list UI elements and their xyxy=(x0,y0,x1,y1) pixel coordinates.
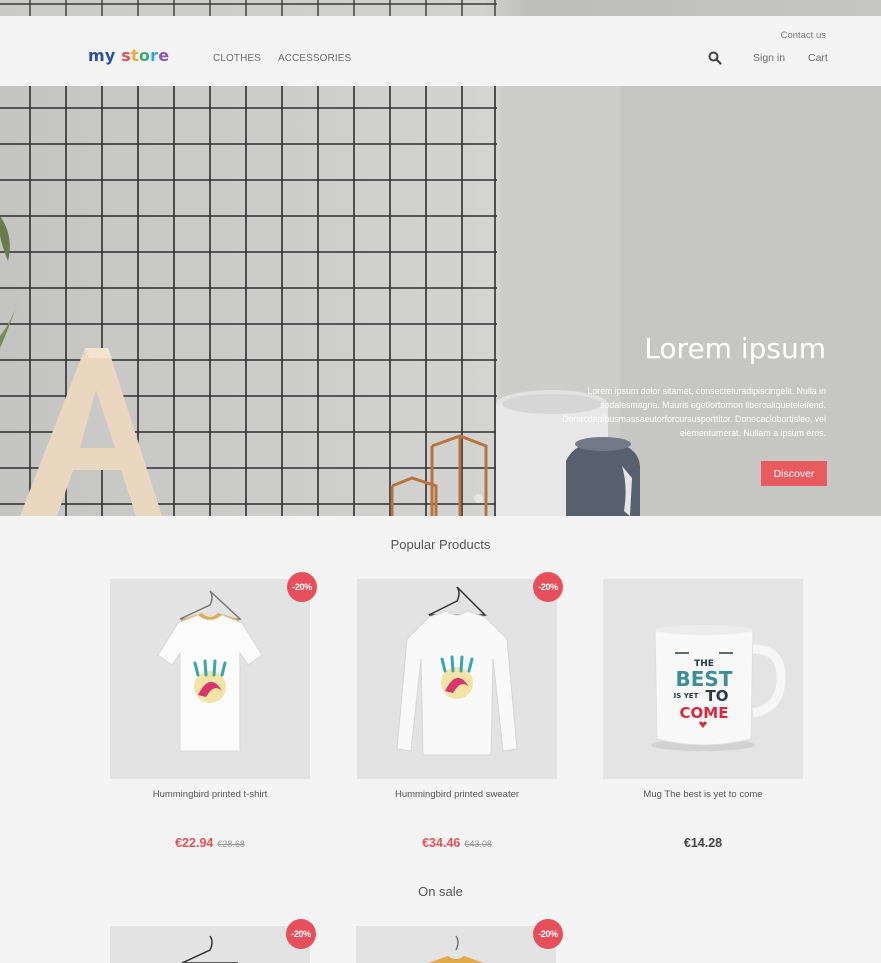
current-price: €34.46 xyxy=(422,836,461,850)
old-price: €43.08 xyxy=(464,839,492,849)
product-card[interactable]: -20% Hummingbird printed t-shirt €22.94 €… xyxy=(110,572,317,850)
logo-letter: e xyxy=(158,46,170,65)
hero-banner: Lorem ipsum Lorem ipsum dolor sitamet, c… xyxy=(0,86,881,516)
tshirt-image xyxy=(110,579,310,779)
product-image[interactable] xyxy=(110,579,310,779)
product-card[interactable]: -20% xyxy=(110,919,316,963)
sweater-image xyxy=(110,926,310,963)
site-header: my store CLOTHES ACCESSORIES Contact us … xyxy=(0,16,881,86)
old-price: €28.68 xyxy=(217,839,245,849)
discover-button[interactable]: Discover xyxy=(761,461,827,486)
current-price: €22.94 xyxy=(175,836,214,850)
tshirt-image xyxy=(356,926,556,963)
logo-letter: t xyxy=(131,46,139,65)
discount-badge: -20% xyxy=(287,572,317,602)
product-price: €14.28 xyxy=(603,836,803,850)
product-card[interactable]: -20% Hummingbird printed sweater €34.46 €… xyxy=(357,572,563,850)
main-nav: CLOTHES ACCESSORIES xyxy=(213,53,351,64)
mug-image: THE BEST IS YET TO COME xyxy=(603,579,803,779)
mug-text: COME xyxy=(680,704,729,722)
cart-link[interactable]: Cart xyxy=(808,52,828,64)
product-card[interactable]: -20% xyxy=(356,919,563,963)
product-image[interactable] xyxy=(356,926,556,963)
store-logo[interactable]: my store xyxy=(88,46,169,65)
on-sale-title: On sale xyxy=(418,884,463,899)
sweater-image xyxy=(357,579,557,779)
hero-top-strip xyxy=(0,0,881,16)
product-price: €22.94 €28.68 xyxy=(110,836,310,850)
product-card[interactable]: THE BEST IS YET TO COME Mug The best is … xyxy=(603,579,803,850)
mug-text: IS YET xyxy=(674,692,699,700)
product-image[interactable] xyxy=(357,579,557,779)
product-name[interactable]: Mug The best is yet to come xyxy=(603,789,803,800)
popular-products-title: Popular Products xyxy=(390,537,491,552)
discount-badge: -20% xyxy=(533,572,563,602)
product-image[interactable] xyxy=(110,926,310,963)
hero-image xyxy=(0,86,881,516)
product-name[interactable]: Hummingbird printed sweater xyxy=(357,789,557,800)
product-price: €34.46 €43.08 xyxy=(357,836,557,850)
carousel-dot[interactable] xyxy=(474,494,483,503)
nav-item-accessories[interactable]: ACCESSORIES xyxy=(278,53,351,64)
current-price: €14.28 xyxy=(683,836,723,850)
logo-my: my xyxy=(88,46,116,65)
logo-letter: s xyxy=(121,46,132,65)
product-name[interactable]: Hummingbird printed t-shirt xyxy=(110,789,310,800)
hero-text: Lorem ipsum dolor sitamet, consecteturad… xyxy=(562,386,826,438)
product-image[interactable]: THE BEST IS YET TO COME xyxy=(603,579,803,779)
mug-text: TO xyxy=(706,687,729,705)
logo-letter: o xyxy=(138,46,151,65)
logo-letter: r xyxy=(150,46,159,65)
wire-grid-strip xyxy=(0,0,497,16)
hero-title: Lorem ipsum xyxy=(644,332,826,365)
search-icon[interactable] xyxy=(708,51,722,65)
sign-in-link[interactable]: Sign in xyxy=(753,52,785,64)
nav-item-clothes[interactable]: CLOTHES xyxy=(213,53,261,64)
contact-link[interactable]: Contact us xyxy=(781,30,826,41)
discount-badge: -20% xyxy=(533,919,563,949)
discount-badge: -20% xyxy=(286,919,316,949)
